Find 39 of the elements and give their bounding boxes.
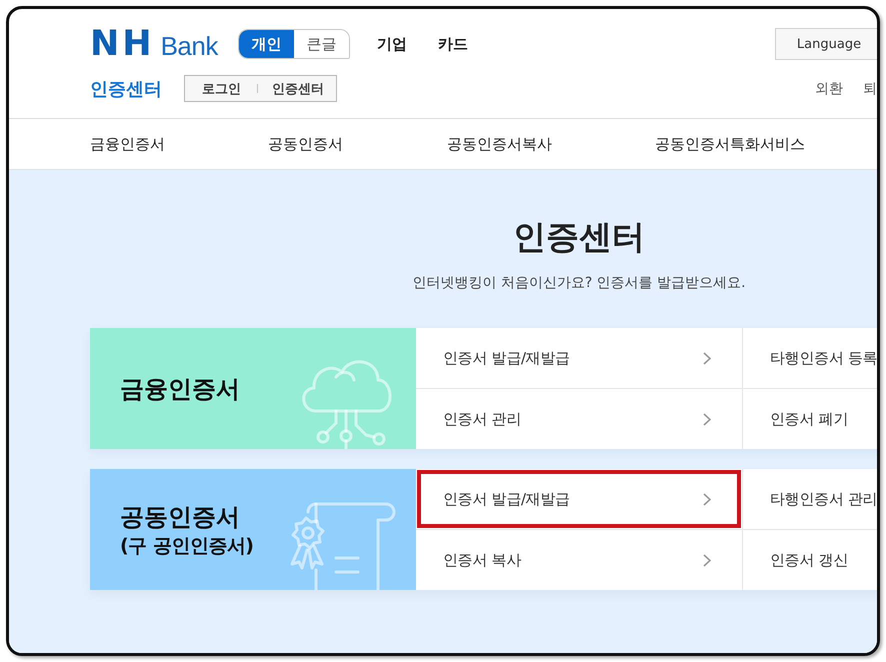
language-button[interactable]: Language (775, 28, 877, 60)
menu-item[interactable]: 인증서 갱신 (743, 529, 877, 590)
category-title: 금융인증서 (120, 374, 240, 404)
bank-logo[interactable]: NH Bank (90, 26, 218, 62)
menu-item-label: 인증서 복사 (443, 550, 521, 570)
menu-item[interactable]: 인증서 관리 (416, 388, 742, 449)
top-menu-link[interactable]: 카드 (438, 34, 468, 54)
menu-item-label: 타행인증서 관리 (770, 490, 877, 508)
page-subtitle: 인터넷뱅킹이 처음이신가요? 인증서를 발급받으세요. (412, 274, 746, 293)
toggle-option[interactable]: 개인 (238, 30, 294, 58)
chevron-right-icon (703, 412, 711, 426)
chevron-right-icon (703, 352, 711, 364)
menu-item-label: 타행인증서 등록 (770, 348, 877, 368)
menu-item-label: 인증서 관리 (443, 410, 521, 428)
page-title: 인증센터 (513, 216, 645, 258)
chevron-right-icon (703, 554, 711, 566)
chevron-right-icon (703, 492, 711, 506)
menu-item[interactable]: 타행인증서 등록 (743, 328, 877, 388)
menu-item[interactable]: 인증서 발급/재발급 (416, 328, 742, 388)
menu-item[interactable]: 타행인증서 관리 (743, 469, 877, 529)
menu-item-label: 인증서 발급/재발급 (443, 348, 570, 368)
menu-item[interactable]: 인증서 폐기 (743, 388, 877, 449)
utility-link[interactable]: 외환 (815, 80, 843, 98)
nav-link[interactable]: 공동인증서복사 (447, 134, 552, 154)
menu-item-label: 인증서 갱신 (770, 550, 848, 570)
menu-item-label: 인증서 발급/재발급 (443, 490, 570, 508)
nav-link[interactable]: 금융인증서 (90, 134, 165, 154)
category-subtitle: (구 공인인증서) (120, 534, 254, 558)
menu-item[interactable]: 인증서 복사 (416, 529, 742, 590)
menu-item[interactable]: 인증서 발급/재발급 (416, 469, 742, 529)
section-title: 인증센터 (90, 78, 162, 100)
utility-link[interactable]: 퇴 (863, 80, 877, 98)
category-title: 공동인증서 (120, 502, 240, 532)
top-menu-link[interactable]: 기업 (376, 34, 407, 54)
menu-item-label: 인증서 폐기 (770, 410, 848, 428)
breadcrumb-link[interactable]: 인증센터 (272, 80, 324, 98)
nav-link[interactable]: 공동인증서특화서비스 (655, 134, 805, 154)
breadcrumb-link[interactable]: 로그인 (202, 80, 241, 98)
nav-link[interactable]: 공동인증서 (268, 134, 343, 154)
